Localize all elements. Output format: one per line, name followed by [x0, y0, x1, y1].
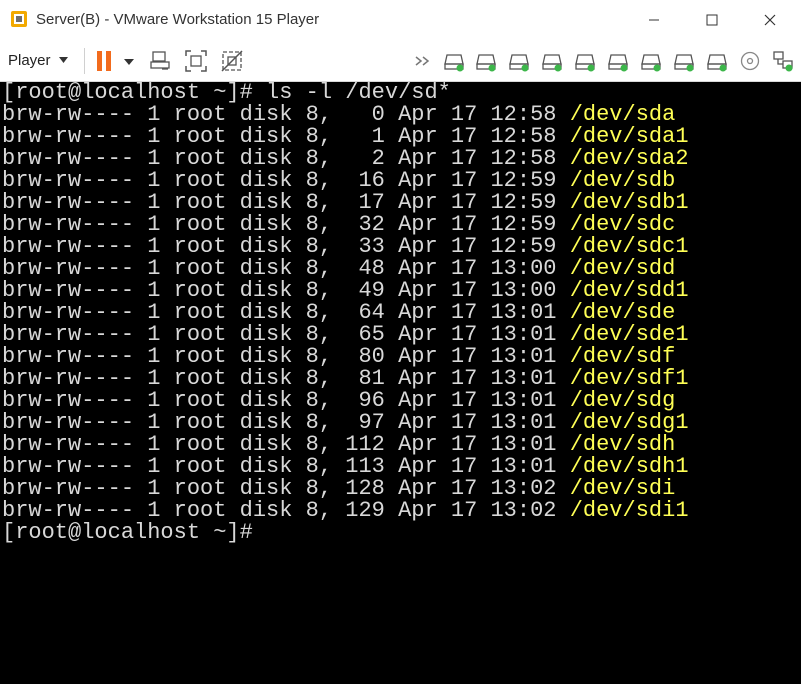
minimize-icon [649, 19, 659, 21]
listing-row: brw-rw---- 1 root disk 8, 33 Apr 17 12:5… [2, 236, 689, 258]
maximize-icon [706, 14, 718, 26]
pause-dropdown-icon[interactable] [122, 50, 136, 72]
listing-row: brw-rw---- 1 root disk 8, 112 Apr 17 13:… [2, 434, 675, 456]
listing-row: brw-rw---- 1 root disk 8, 64 Apr 17 13:0… [2, 302, 675, 324]
listing-row: brw-rw---- 1 root disk 8, 17 Apr 17 12:5… [2, 192, 689, 214]
send-ctrl-alt-del-icon[interactable] [149, 50, 171, 72]
minimize-button[interactable] [631, 0, 677, 40]
listing-row: brw-rw---- 1 root disk 8, 97 Apr 17 13:0… [2, 412, 689, 434]
listing-row: brw-rw---- 1 root disk 8, 128 Apr 17 13:… [2, 478, 675, 500]
window-title: Server(B) - VMware Workstation 15 Player [36, 11, 320, 28]
listing-row: brw-rw---- 1 root disk 8, 1 Apr 17 12:58… [2, 126, 689, 148]
hard-disk-icon[interactable] [640, 50, 662, 72]
player-dropdown-icon [58, 57, 68, 63]
more-devices-icon[interactable] [413, 50, 435, 72]
listing-row: brw-rw---- 1 root disk 8, 2 Apr 17 12:58… [2, 148, 689, 170]
listing-row: brw-rw---- 1 root disk 8, 65 Apr 17 13:0… [2, 324, 689, 346]
listing-row: brw-rw---- 1 root disk 8, 80 Apr 17 13:0… [2, 346, 675, 368]
hard-disk-icon[interactable] [673, 50, 695, 72]
title-bar: Server(B) - VMware Workstation 15 Player [0, 0, 801, 40]
toolbar-separator [84, 48, 85, 74]
hard-disk-icon[interactable] [508, 50, 530, 72]
maximize-button[interactable] [689, 0, 735, 40]
close-button[interactable] [747, 0, 793, 40]
hard-disk-icon[interactable] [706, 50, 728, 72]
fit-guest-icon[interactable] [185, 50, 207, 72]
listing-row: brw-rw---- 1 root disk 8, 48 Apr 17 13:0… [2, 258, 675, 280]
cd-dvd-icon[interactable] [739, 50, 761, 72]
vm-console[interactable]: [root@localhost ~]# ls -l /dev/sd* brw-r… [0, 82, 801, 684]
player-menu-label: Player [8, 51, 51, 69]
pause-icon[interactable] [94, 50, 116, 72]
listing-row: brw-rw---- 1 root disk 8, 0 Apr 17 12:58… [2, 104, 675, 126]
toolbar: Player [0, 40, 801, 82]
listing-row: brw-rw---- 1 root disk 8, 113 Apr 17 13:… [2, 456, 689, 478]
device-name: /dev/sdi1 [569, 498, 689, 523]
hard-disk-icon[interactable] [541, 50, 563, 72]
listing-row: brw-rw---- 1 root disk 8, 16 Apr 17 12:5… [2, 170, 675, 192]
vmware-app-icon [11, 11, 27, 27]
vmware-player-window: Server(B) - VMware Workstation 15 Player… [0, 0, 801, 684]
hard-disk-icon[interactable] [574, 50, 596, 72]
listing-row: brw-rw---- 1 root disk 8, 96 Apr 17 13:0… [2, 390, 675, 412]
listing-row: brw-rw---- 1 root disk 8, 81 Apr 17 13:0… [2, 368, 689, 390]
listing-row: brw-rw---- 1 root disk 8, 49 Apr 17 13:0… [2, 280, 689, 302]
listing-row: brw-rw---- 1 root disk 8, 32 Apr 17 12:5… [2, 214, 675, 236]
hard-disk-icon[interactable] [475, 50, 497, 72]
unity-icon[interactable] [221, 50, 243, 72]
player-menu-button[interactable]: Player [8, 49, 68, 71]
command-line: [root@localhost ~]# ls -l /dev/sd* [2, 82, 451, 104]
hard-disk-icon[interactable] [443, 50, 465, 72]
final-prompt: [root@localhost ~]# [2, 520, 253, 545]
close-icon [764, 14, 776, 26]
network-adapter-icon[interactable] [772, 50, 794, 72]
listing-row: brw-rw---- 1 root disk 8, 129 Apr 17 13:… [2, 500, 689, 522]
hard-disk-icon[interactable] [607, 50, 629, 72]
